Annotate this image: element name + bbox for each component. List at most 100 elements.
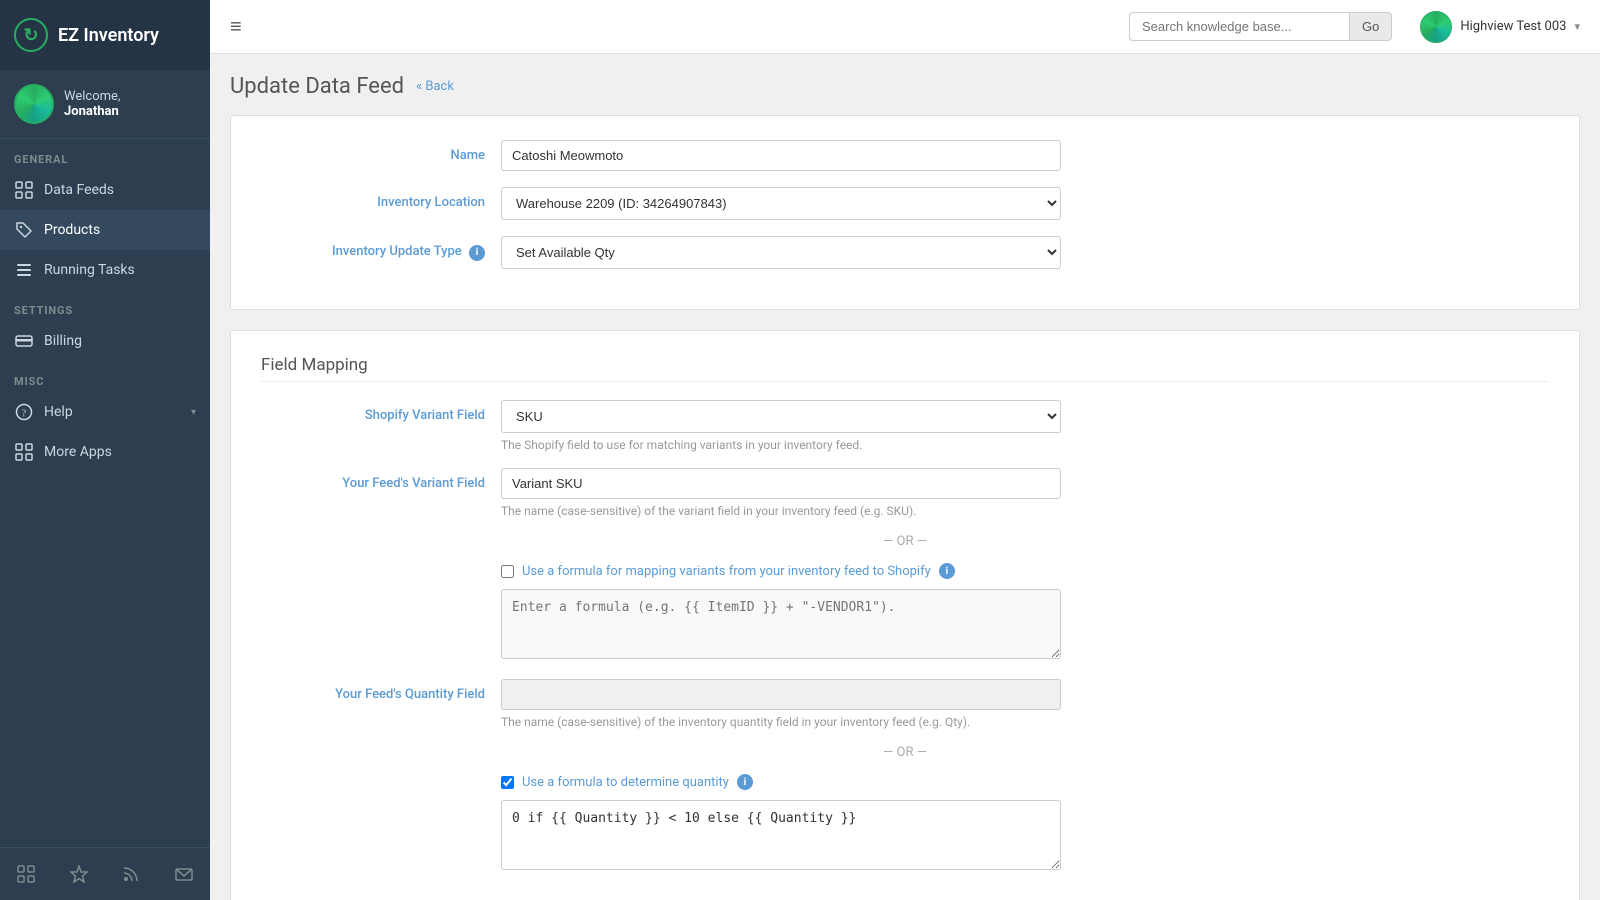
user-info: Welcome, Jonathan [64, 89, 120, 119]
sidebar-item-label-data-feeds: Data Feeds [44, 182, 196, 198]
inventory-location-row: Inventory Location Warehouse 2209 (ID: 3… [261, 187, 1549, 220]
qty-formula-checkbox-label[interactable]: Use a formula to determine quantity [522, 775, 729, 790]
formula-checkbox-row: Use a formula for mapping variants from … [261, 563, 1549, 663]
name-row: Name [261, 140, 1549, 171]
sidebar: ↻ EZ Inventory Welcome, Jonathan GENERAL… [0, 0, 210, 900]
section-label-misc: MISC [0, 361, 210, 392]
user-name: Jonathan [64, 104, 120, 119]
topbar-user-label: Highview Test 003 [1460, 19, 1566, 34]
name-input[interactable] [501, 140, 1061, 171]
formula-checkbox[interactable] [501, 565, 514, 578]
formula-checkbox-label[interactable]: Use a formula for mapping variants from … [522, 564, 931, 579]
inventory-location-field-wrapper: Warehouse 2209 (ID: 34264907843) [501, 187, 1061, 220]
feed-quantity-hint: The name (case-sensitive) of the invento… [501, 715, 1061, 729]
sidebar-item-products[interactable]: Products [0, 210, 210, 250]
qty-formula-info-icon[interactable]: i [737, 774, 753, 790]
search-box: Go [1129, 12, 1392, 41]
sidebar-item-help[interactable]: ? Help ▾ [0, 392, 210, 432]
grid-small-icon [14, 442, 34, 462]
card-icon [14, 331, 34, 351]
bottom-rss-icon[interactable] [113, 856, 149, 892]
main-form-card: Name Inventory Location Warehouse 2209 (… [230, 115, 1580, 310]
page-title: Update Data Feed [230, 74, 404, 99]
sidebar-bottom-bar [0, 847, 210, 900]
formula-info-icon[interactable]: i [939, 563, 955, 579]
feed-quantity-field-row: Your Feed's Quantity Field The name (cas… [261, 679, 1549, 729]
sidebar-item-billing[interactable]: Billing [0, 321, 210, 361]
svg-text:?: ? [22, 409, 27, 420]
inventory-update-type-label: Inventory Update Type i [261, 236, 501, 261]
qty-formula-wrapper: Use a formula to determine quantity i 0 … [501, 774, 1061, 874]
name-field-wrapper [501, 140, 1061, 171]
feed-quantity-field-input[interactable] [501, 679, 1061, 710]
formula-textarea[interactable] [501, 589, 1061, 659]
or-divider-2: — OR — [261, 745, 1549, 760]
qty-formula-checkbox-row: Use a formula to determine quantity i [501, 774, 1061, 790]
help-icon: ? [14, 402, 34, 422]
inventory-location-label: Inventory Location [261, 187, 501, 210]
feed-quantity-field-label: Your Feed's Quantity Field [261, 679, 501, 702]
inventory-update-type-field-wrapper: Set Available Qty [501, 236, 1061, 269]
formula-checkbox-spacer [261, 563, 501, 571]
feed-quantity-field-wrapper: The name (case-sensitive) of the invento… [501, 679, 1061, 729]
shopify-variant-field-row: Shopify Variant Field SKU The Shopify fi… [261, 400, 1549, 452]
name-label: Name [261, 140, 501, 163]
feed-variant-field-wrapper: The name (case-sensitive) of the variant… [501, 468, 1061, 518]
grid-icon [14, 180, 34, 200]
section-label-general: GENERAL [0, 139, 210, 170]
content-area: Update Data Feed « Back Name Inventory L… [210, 54, 1600, 900]
feed-variant-field-input[interactable] [501, 468, 1061, 499]
bottom-grid-icon[interactable] [8, 856, 44, 892]
main-area: ≡ Go Highview Test 003 ▾ Update Data Fee… [210, 0, 1600, 900]
feed-variant-hint: The name (case-sensitive) of the variant… [501, 504, 1061, 518]
search-go-button[interactable]: Go [1349, 12, 1392, 41]
inventory-update-type-select[interactable]: Set Available Qty [501, 236, 1061, 269]
section-label-settings: SETTINGS [0, 290, 210, 321]
formula-checkbox-wrapper: Use a formula for mapping variants from … [501, 563, 1061, 663]
topbar: ≡ Go Highview Test 003 ▾ [210, 0, 1600, 54]
avatar [14, 84, 54, 124]
sidebar-item-more-apps[interactable]: More Apps [0, 432, 210, 472]
sidebar-logo: ↻ EZ Inventory [0, 0, 210, 70]
chevron-down-icon: ▾ [191, 407, 196, 418]
or-divider-1: — OR — [261, 534, 1549, 549]
sidebar-item-label-running-tasks: Running Tasks [44, 262, 196, 278]
logo-title: EZ Inventory [58, 25, 159, 46]
bottom-star-icon[interactable] [61, 856, 97, 892]
list-icon [14, 260, 34, 280]
sidebar-user: Welcome, Jonathan [0, 70, 210, 139]
feed-variant-field-label: Your Feed's Variant Field [261, 468, 501, 491]
sidebar-item-label-more-apps: More Apps [44, 444, 196, 460]
welcome-text: Welcome, [64, 89, 120, 104]
inventory-update-type-row: Inventory Update Type i Set Available Qt… [261, 236, 1549, 269]
inventory-location-select[interactable]: Warehouse 2209 (ID: 34264907843) [501, 187, 1061, 220]
qty-formula-row: Use a formula to determine quantity i 0 … [261, 774, 1549, 874]
topbar-user-menu[interactable]: Highview Test 003 ▾ [1420, 11, 1580, 43]
sidebar-item-running-tasks[interactable]: Running Tasks [0, 250, 210, 290]
bottom-mail-icon[interactable] [166, 856, 202, 892]
sidebar-item-label-help: Help [44, 404, 181, 420]
field-mapping-card: Field Mapping Shopify Variant Field SKU … [230, 330, 1580, 900]
logo-icon: ↻ [14, 18, 48, 52]
inventory-update-type-info-icon[interactable]: i [469, 245, 485, 261]
field-mapping-title: Field Mapping [261, 355, 1549, 382]
search-input[interactable] [1129, 12, 1349, 41]
tag-icon [14, 220, 34, 240]
topbar-chevron-icon: ▾ [1574, 20, 1580, 33]
shopify-variant-field-label: Shopify Variant Field [261, 400, 501, 423]
qty-formula-textarea[interactable]: 0 if {{ Quantity }} < 10 else {{ Quantit… [501, 800, 1061, 870]
page-header: Update Data Feed « Back [230, 74, 1580, 99]
sidebar-item-data-feeds[interactable]: Data Feeds [0, 170, 210, 210]
sidebar-item-label-products: Products [44, 222, 196, 238]
shopify-variant-field-select[interactable]: SKU [501, 400, 1061, 433]
topbar-avatar [1420, 11, 1452, 43]
qty-formula-spacer [261, 774, 501, 782]
formula-checkbox-row-inner: Use a formula for mapping variants from … [501, 563, 1061, 579]
shopify-variant-hint: The Shopify field to use for matching va… [501, 438, 1061, 452]
back-link[interactable]: « Back [416, 79, 454, 94]
sidebar-item-label-billing: Billing [44, 333, 196, 349]
feed-variant-field-row: Your Feed's Variant Field The name (case… [261, 468, 1549, 518]
shopify-variant-field-wrapper: SKU The Shopify field to use for matchin… [501, 400, 1061, 452]
hamburger-icon[interactable]: ≡ [230, 14, 242, 39]
qty-formula-checkbox[interactable] [501, 776, 514, 789]
